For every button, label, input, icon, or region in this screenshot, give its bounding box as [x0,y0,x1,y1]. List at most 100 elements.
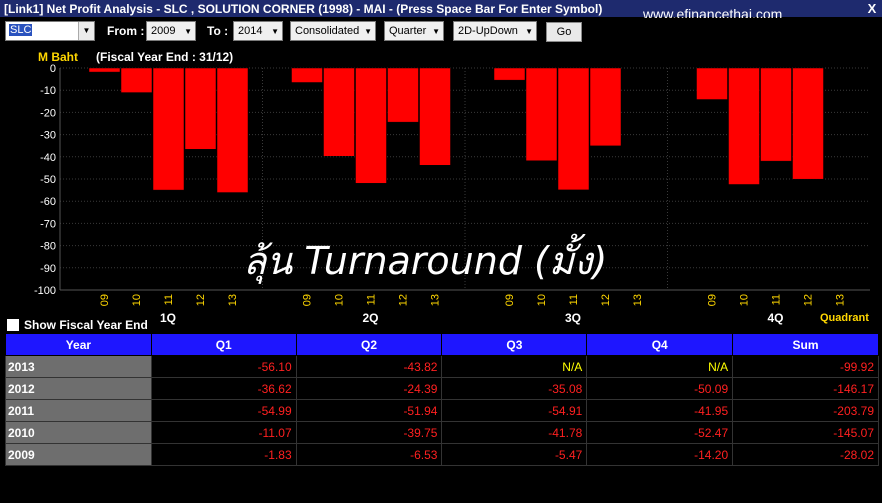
chart-bar [355,67,387,184]
table-cell: -203.79 [732,399,879,422]
chart-bar [152,67,185,191]
table-cell: -6.53 [295,443,443,466]
x-tick-label: 09 [504,294,516,306]
chevron-down-icon: ▼ [364,27,372,36]
chevron-down-icon: ▼ [184,27,192,36]
statement-select[interactable]: Consolidated ▼ [290,21,376,41]
title-bar: [Link1] Net Profit Analysis - SLC , SOLU… [0,0,882,22]
table-cell: -145.07 [732,421,879,444]
x-tick-label: 11 [366,294,378,305]
group-label: 2Q [362,311,378,325]
data-table: Year Q1 Q2 Q3 Q4 Sum 2013 -56.10 -43.82 … [5,333,879,466]
fiscal-note: (Fiscal Year End : 31/12) [96,50,233,64]
x-tick-label: 11 [771,294,783,305]
table-cell: -35.08 [441,377,588,400]
y-tick-label: -90 [40,263,56,275]
header-q2: Q2 [295,333,443,356]
go-button[interactable]: Go [546,22,582,42]
chart-bar [493,67,526,81]
header-q4: Q4 [586,333,734,356]
view-select[interactable]: 2D-UpDown ▼ [453,21,537,41]
x-tick-label: 09 [99,294,111,306]
table-cell: -41.78 [441,421,588,444]
x-tick-label: 10 [334,294,346,306]
table-row: 2009 -1.83 -6.53 -5.47 -14.20 -28.02 [5,443,879,466]
y-tick-label: -10 [40,85,56,97]
year-cell: 2013 [5,355,152,378]
header-year: Year [5,333,152,356]
table-cell: -5.47 [441,443,588,466]
checkbox[interactable] [7,319,19,331]
period-value: Quarter [389,25,427,37]
chart-bar [589,67,622,147]
table-cell: -50.09 [586,377,734,400]
chart-bar [792,67,824,180]
table-cell: -14.20 [586,443,734,466]
x-tick-label: 10 [536,294,548,306]
header-sum: Sum [732,333,879,356]
to-year-select[interactable]: 2014 ▼ [233,21,283,41]
table-header-row: Year Q1 Q2 Q3 Q4 Sum [5,333,879,356]
y-tick-label: 0 [50,63,56,75]
y-tick-label: -20 [40,107,56,119]
view-value: 2D-UpDown [458,25,518,37]
chart-bar [387,67,419,123]
table-cell: -39.75 [295,421,443,444]
chevron-down-icon: ▼ [525,27,533,36]
symbol-combo[interactable]: SLC ▼ [5,21,95,41]
chart-bar [557,67,590,191]
chart-bar [696,67,728,100]
x-tick-label: 12 [398,294,410,306]
close-button[interactable]: X [864,1,880,17]
table-cell: -146.17 [732,377,879,400]
table-row: 2010 -11.07 -39.75 -41.78 -52.47 -145.07 [5,421,879,444]
x-tick-label: 09 [302,294,314,306]
symbol-value[interactable]: SLC [9,24,33,36]
y-tick-label: -30 [40,130,56,142]
table-cell: N/A [586,355,734,378]
table-cell: -41.95 [586,399,734,422]
table-row: 2013 -56.10 -43.82 N/A N/A -99.92 [5,355,879,378]
table-cell: -99.92 [732,355,879,378]
table-cell: -1.83 [150,443,297,466]
x-tick-label: 12 [600,294,612,306]
table-cell: -54.91 [441,399,588,422]
table-cell: N/A [441,355,588,378]
chart-bar [120,67,153,93]
table-cell: -24.39 [295,377,443,400]
table-cell: -54.99 [150,399,297,422]
chart-bar [419,67,451,166]
statement-value: Consolidated [295,25,360,37]
show-fiscal-year-toggle[interactable]: Show Fiscal Year End [7,318,148,332]
year-cell: 2010 [5,421,152,444]
x-tick-label: 10 [131,294,143,306]
chart-bar [184,67,217,150]
quadrant-label: Quadrant [820,312,869,324]
table-cell: -43.82 [295,355,443,378]
x-tick-label: 11 [163,294,175,305]
x-tick-label: 11 [568,294,580,305]
x-tick-label: 13 [430,294,442,306]
chart-bar [216,67,249,193]
x-tick-label: 13 [227,294,239,306]
chevron-down-icon: ▼ [271,27,279,36]
chart-bar [291,67,323,83]
chevron-down-icon[interactable]: ▼ [78,22,94,40]
from-label: From : [107,24,145,38]
x-tick-label: 13 [632,294,644,306]
window-title: [Link1] Net Profit Analysis - SLC , SOLU… [4,2,603,16]
year-cell: 2012 [5,377,152,400]
from-year-select[interactable]: 2009 ▼ [146,21,196,41]
x-tick-label: 12 [195,294,207,306]
x-tick-label: 13 [835,294,847,306]
group-label: 1Q [160,311,176,325]
group-label: 3Q [565,311,581,325]
y-unit-label: M Baht [38,50,78,64]
x-tick-label: 10 [739,294,751,306]
table-row: 2011 -54.99 -51.94 -54.91 -41.95 -203.79 [5,399,879,422]
table-cell: -28.02 [732,443,879,466]
to-year-value: 2014 [238,25,263,37]
chart-bar [728,67,760,185]
table-cell: -52.47 [586,421,734,444]
period-select[interactable]: Quarter ▼ [384,21,444,41]
